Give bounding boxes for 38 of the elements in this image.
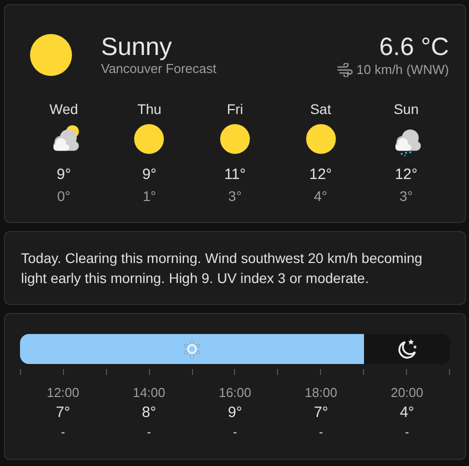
- hour-temperature: 8°: [142, 403, 156, 423]
- hour-label: 16:00: [218, 384, 252, 402]
- high-temperature: 12°: [394, 165, 418, 185]
- wind-icon: [336, 63, 353, 77]
- precipitation-value: -: [61, 424, 65, 441]
- hour-label: 14:00: [132, 384, 166, 402]
- day-name: Thu: [137, 100, 162, 118]
- hour-temperature: 4°: [400, 403, 414, 423]
- precipitation-value: -: [405, 424, 409, 441]
- hour-label: 18:00: [304, 384, 338, 402]
- temperature-value: 6.6 °C: [379, 32, 449, 62]
- hour-temperature: 7°: [56, 403, 70, 423]
- moon-stars-icon: [396, 338, 418, 360]
- low-temperature: 1°: [142, 187, 156, 206]
- day-name: Sat: [310, 100, 332, 118]
- high-temperature: 12°: [309, 165, 332, 185]
- location-label: Vancouver Forecast: [101, 61, 218, 77]
- low-temperature: 0°: [57, 187, 70, 206]
- hour-temperature: 9°: [228, 403, 242, 423]
- low-temperature: 3°: [228, 187, 242, 206]
- precipitation-value: -: [233, 424, 237, 441]
- low-temperature: 4°: [314, 187, 328, 206]
- forecast-summary: Today. Clearing this morning. Wind southwest 20 km/h becoming light early this morning. High 9. UV index 3 or moderate.: [21, 249, 424, 288]
- day-name: Sun: [394, 100, 419, 118]
- precipitation-value: -: [319, 424, 323, 441]
- condition-title: Sunny: [101, 33, 173, 61]
- precipitation-value: -: [147, 424, 151, 441]
- day-name: Fri: [226, 100, 244, 118]
- high-temperature: 9°: [56, 165, 71, 185]
- hour-label: 20:00: [390, 384, 424, 402]
- wind-speed: 10 km/h (WNW): [356, 62, 449, 78]
- sun-icon: [182, 339, 202, 359]
- hour-label: 12:00: [46, 384, 80, 402]
- high-temperature: 11°: [224, 165, 246, 185]
- high-temperature: 9°: [142, 165, 157, 185]
- low-temperature: 3°: [399, 187, 413, 206]
- day-name: Wed: [50, 100, 78, 118]
- hour-temperature: 7°: [314, 403, 328, 423]
